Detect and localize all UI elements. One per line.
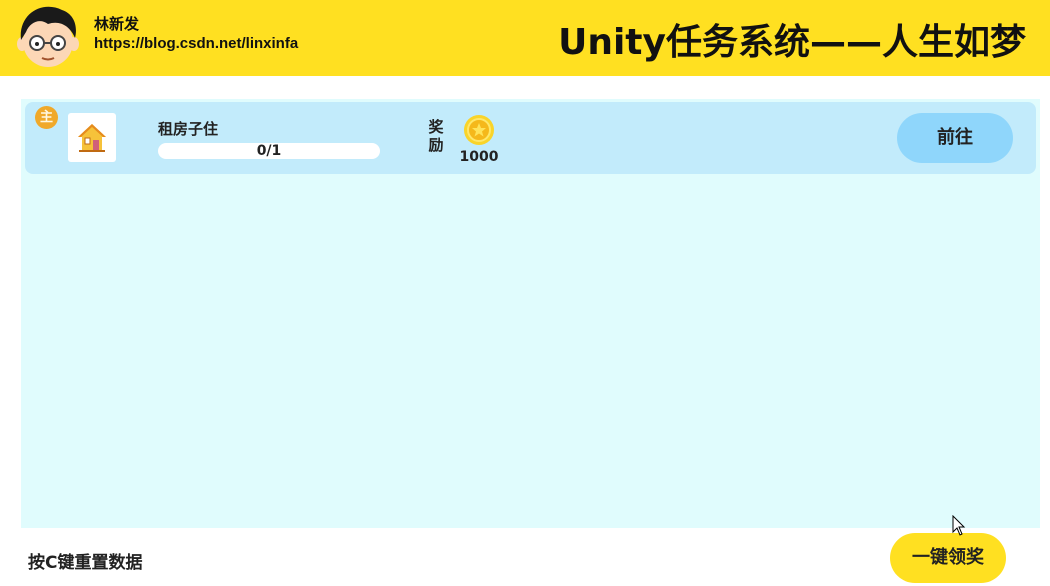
header-banner: 林新发 https://blog.csdn.net/linxinfa Unity…	[0, 0, 1050, 76]
task-progress-bar: 0/1	[158, 143, 380, 159]
reward-amount: 1000	[459, 149, 499, 165]
task-list-panel: 主 租房子住 0/1 奖励 1000 前往	[21, 99, 1040, 528]
author-info: 林新发 https://blog.csdn.net/linxinfa	[94, 15, 298, 53]
gold-coin-icon	[464, 115, 494, 145]
page-title: Unity任务系统——人生如梦	[558, 22, 1026, 63]
avatar	[17, 6, 79, 67]
reset-data-hint: 按C键重置数据	[28, 553, 143, 573]
task-name: 租房子住	[158, 120, 219, 138]
task-icon-frame	[68, 113, 116, 162]
author-name: 林新发	[94, 15, 140, 33]
task-progress-text: 0/1	[256, 143, 282, 159]
house-icon	[78, 124, 106, 152]
claim-all-rewards-button[interactable]: 一键领奖	[890, 533, 1006, 583]
task-row: 主 租房子住 0/1 奖励 1000 前往	[25, 102, 1036, 174]
go-button[interactable]: 前往	[897, 113, 1013, 163]
mouse-cursor-icon	[952, 515, 966, 536]
author-url[interactable]: https://blog.csdn.net/linxinfa	[94, 34, 298, 53]
main-quest-badge: 主	[35, 106, 58, 129]
reward-label: 奖励	[428, 118, 444, 154]
